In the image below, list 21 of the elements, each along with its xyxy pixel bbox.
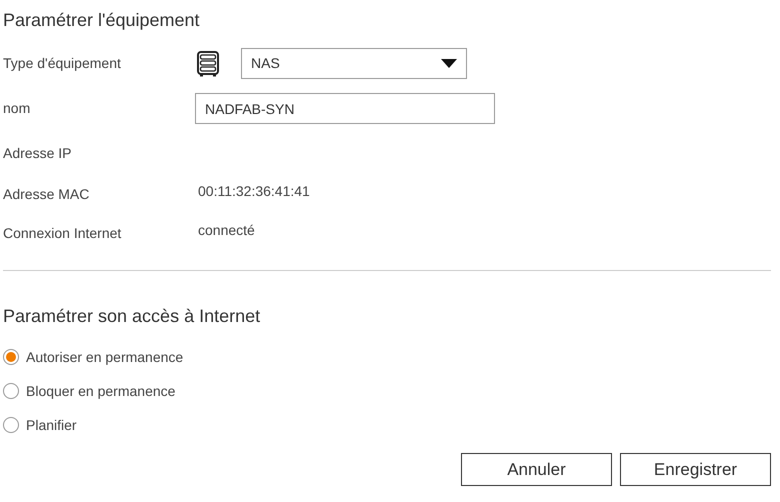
option-label: Planifier xyxy=(26,416,77,434)
field-label: nom xyxy=(3,99,32,118)
server-icon xyxy=(197,50,219,76)
section-title: Paramétrer son accès à Internet xyxy=(3,305,260,328)
field-label: Type d'équipement xyxy=(3,54,122,73)
cancel-button[interactable]: Annuler xyxy=(461,453,612,486)
option-label: Bloquer en permanence xyxy=(26,382,176,401)
field-label: Adresse IP xyxy=(3,144,72,163)
field-label: Connexion Internet xyxy=(3,224,122,242)
save-button[interactable]: Enregistrer xyxy=(620,453,771,486)
field-value: connecté xyxy=(198,220,255,240)
option-label: Autoriser en permanence xyxy=(26,348,184,367)
caret-icon xyxy=(441,59,457,68)
radio-button[interactable] xyxy=(3,349,19,365)
device-type-dropdown[interactable]: NAS xyxy=(241,48,467,79)
radio-button[interactable] xyxy=(3,417,19,433)
radio-button[interactable] xyxy=(3,383,19,399)
name-field[interactable]: NADFAB-SYN xyxy=(195,93,495,124)
section-title: Paramétrer l'équipement xyxy=(3,9,200,32)
field-label: Adresse MAC xyxy=(3,185,90,204)
field-value: 00:11:32:36:41:41 xyxy=(198,182,310,201)
